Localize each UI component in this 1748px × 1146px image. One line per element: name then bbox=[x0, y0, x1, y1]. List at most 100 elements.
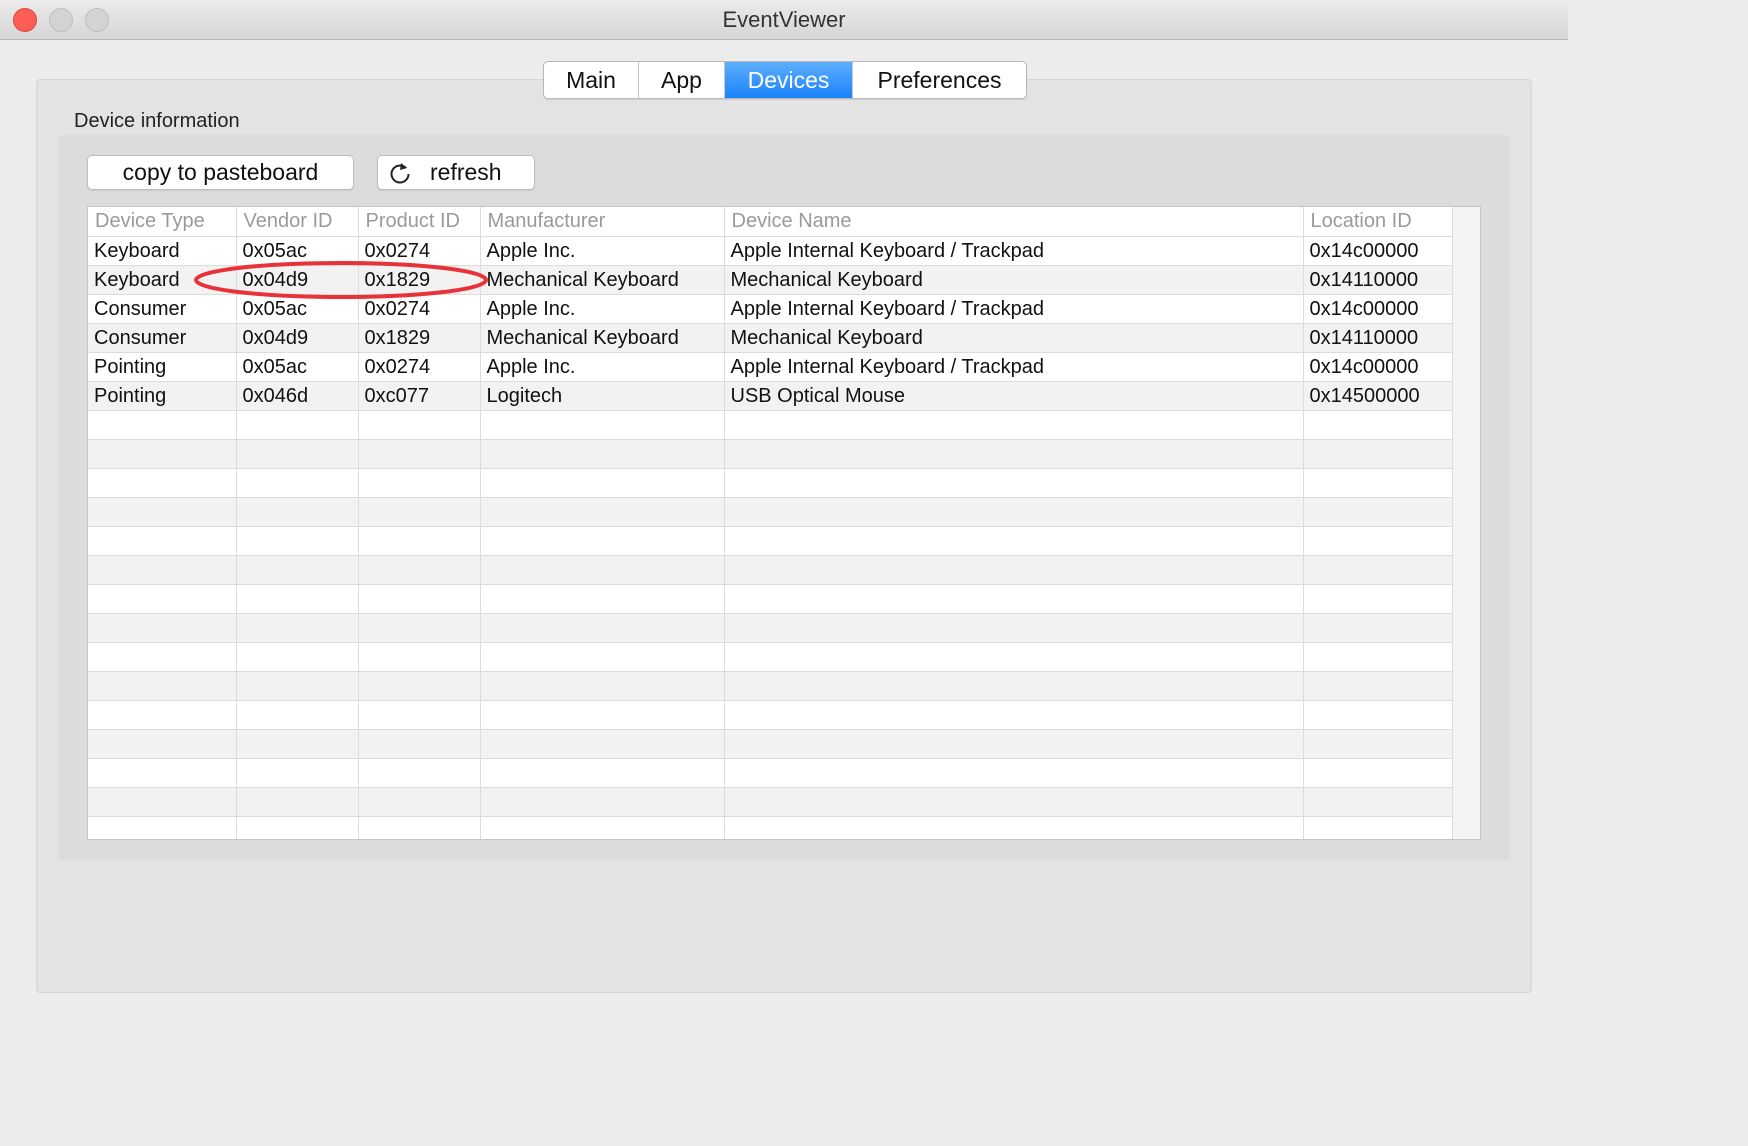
table-cell: Apple Internal Keyboard / Trackpad bbox=[724, 352, 1304, 382]
table-cell bbox=[724, 671, 1304, 701]
table-row[interactable]: Consumer 0x04d9 0x1829 Mechanical Keyboard M… bbox=[88, 323, 1455, 353]
table-cell bbox=[1303, 526, 1455, 556]
table-cell bbox=[1303, 758, 1455, 788]
table-cell bbox=[724, 468, 1304, 498]
column-header-vendor-id[interactable]: Vendor ID bbox=[236, 207, 359, 237]
table-cell bbox=[724, 758, 1304, 788]
table-cell bbox=[724, 613, 1304, 643]
table-cell: 0x0274 bbox=[358, 236, 481, 266]
table-cell: 0x04d9 bbox=[236, 265, 359, 295]
table-cell bbox=[236, 787, 359, 817]
table-cell bbox=[480, 700, 725, 730]
table-cell: Apple Inc. bbox=[480, 294, 725, 324]
table-cell bbox=[1303, 439, 1455, 469]
table-cell bbox=[236, 671, 359, 701]
table-cell bbox=[358, 729, 481, 759]
tab-devices[interactable]: Devices bbox=[725, 62, 853, 98]
empty-table-row bbox=[88, 729, 1455, 759]
empty-table-row bbox=[88, 758, 1455, 788]
table-cell bbox=[358, 613, 481, 643]
table-header-row: Device Type Vendor ID Product ID Manufac… bbox=[88, 207, 1455, 237]
table-row[interactable]: Consumer 0x05ac 0x0274 Apple Inc. Apple Inte… bbox=[88, 294, 1455, 324]
table-cell: Keyboard bbox=[88, 236, 237, 266]
column-header-product-id[interactable]: Product ID bbox=[358, 207, 481, 237]
table-cell: Apple Inc. bbox=[480, 236, 725, 266]
table-row[interactable]: Pointing 0x046d 0xc077 Logitech USB Optical … bbox=[88, 381, 1455, 411]
table-cell bbox=[1303, 787, 1455, 817]
table-cell bbox=[88, 729, 237, 759]
table-cell: 0x04d9 bbox=[236, 323, 359, 353]
table-row[interactable]: Pointing 0x05ac 0x0274 Apple Inc. Apple Inte… bbox=[88, 352, 1455, 382]
table-cell bbox=[358, 439, 481, 469]
table-cell: USB Optical Mouse bbox=[724, 381, 1304, 411]
table-cell bbox=[358, 758, 481, 788]
table-cell: 0x14c00000 bbox=[1303, 352, 1455, 382]
table-cell bbox=[724, 729, 1304, 759]
table-cell bbox=[724, 410, 1304, 440]
table-cell bbox=[236, 439, 359, 469]
refresh-button[interactable]: refresh bbox=[377, 155, 535, 190]
table-row[interactable]: Keyboard 0x05ac 0x0274 Apple Inc. Apple Inte… bbox=[88, 236, 1455, 266]
empty-table-row bbox=[88, 671, 1455, 701]
column-header-location-id[interactable]: Location ID bbox=[1303, 207, 1455, 237]
column-header-manufacturer[interactable]: Manufacturer bbox=[480, 207, 725, 237]
table-row[interactable]: Keyboard 0x04d9 0x1829 Mechanical Keyboard M… bbox=[88, 265, 1455, 295]
table-cell: Mechanical Keyboard bbox=[724, 265, 1304, 295]
refresh-label: refresh bbox=[430, 159, 502, 185]
table-cell bbox=[236, 526, 359, 556]
table-cell bbox=[358, 816, 481, 839]
table-cell bbox=[236, 816, 359, 839]
table-cell: Logitech bbox=[480, 381, 725, 411]
column-header-device-type[interactable]: Device Type bbox=[88, 207, 237, 237]
table-cell bbox=[480, 758, 725, 788]
table-cell bbox=[724, 439, 1304, 469]
table-cell bbox=[1303, 497, 1455, 527]
table-cell bbox=[88, 497, 237, 527]
table-cell: 0x0274 bbox=[358, 352, 481, 382]
table-cell: Keyboard bbox=[88, 265, 237, 295]
table-cell bbox=[480, 526, 725, 556]
table-cell bbox=[480, 555, 725, 585]
table-cell bbox=[236, 642, 359, 672]
table-cell: Mechanical Keyboard bbox=[724, 323, 1304, 353]
table-cell bbox=[480, 613, 725, 643]
table-cell bbox=[88, 613, 237, 643]
table-cell bbox=[236, 613, 359, 643]
table-cell bbox=[480, 497, 725, 527]
table-cell bbox=[88, 468, 237, 498]
copy-to-pasteboard-button[interactable]: copy to pasteboard bbox=[87, 155, 354, 190]
table-cell bbox=[358, 526, 481, 556]
table-cell bbox=[1303, 671, 1455, 701]
table-cell: Consumer bbox=[88, 323, 237, 353]
table-cell bbox=[236, 584, 359, 614]
empty-table-row bbox=[88, 700, 1455, 730]
table-cell: 0xc077 bbox=[358, 381, 481, 411]
table-cell bbox=[88, 758, 237, 788]
table-cell: Pointing bbox=[88, 352, 237, 382]
window-title: EventViewer bbox=[722, 7, 846, 32]
empty-table-row bbox=[88, 816, 1455, 839]
table-cell bbox=[358, 468, 481, 498]
vertical-scrollbar[interactable] bbox=[1452, 207, 1480, 839]
empty-table-row bbox=[88, 410, 1455, 440]
table-cell bbox=[480, 439, 725, 469]
tab-bar: Main App Devices Preferences bbox=[543, 61, 1027, 99]
tab-app[interactable]: App bbox=[639, 62, 725, 98]
table-cell: Pointing bbox=[88, 381, 237, 411]
table-cell bbox=[88, 787, 237, 817]
table-cell bbox=[1303, 700, 1455, 730]
tab-preferences[interactable]: Preferences bbox=[853, 62, 1026, 98]
table-cell: Consumer bbox=[88, 294, 237, 324]
table-cell bbox=[1303, 816, 1455, 839]
table-cell bbox=[1303, 642, 1455, 672]
table-cell bbox=[480, 787, 725, 817]
table-cell: Mechanical Keyboard bbox=[480, 323, 725, 353]
column-header-device-name[interactable]: Device Name bbox=[724, 207, 1304, 237]
table-cell bbox=[1303, 410, 1455, 440]
tab-main[interactable]: Main bbox=[544, 62, 639, 98]
title-bar: EventViewer bbox=[0, 0, 1568, 40]
table-cell bbox=[1303, 584, 1455, 614]
table-cell bbox=[358, 555, 481, 585]
table-cell bbox=[88, 671, 237, 701]
table-cell bbox=[236, 700, 359, 730]
